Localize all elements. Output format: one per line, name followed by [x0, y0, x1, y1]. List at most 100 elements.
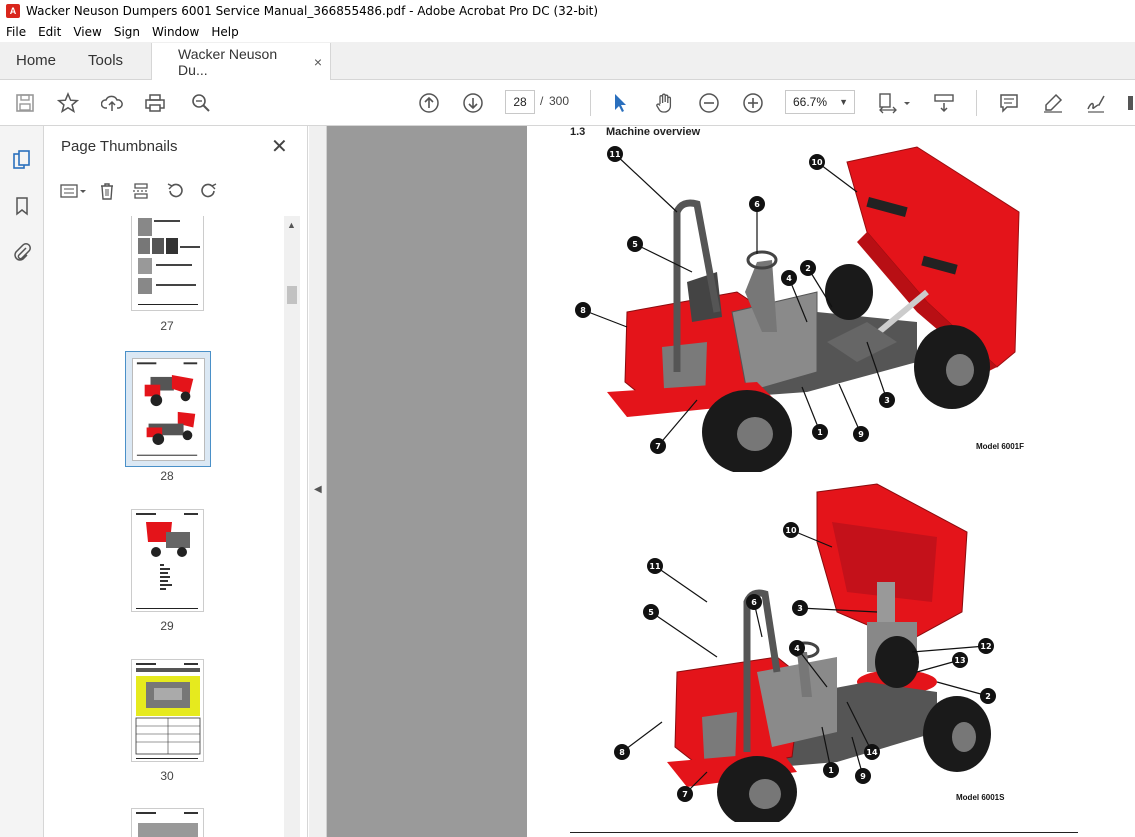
thumbnail-list: 27 28 29 30 ▲ [45, 216, 308, 837]
callout-label: 4 [786, 274, 792, 283]
fit-page-icon[interactable] [875, 90, 901, 116]
callout-label: 1 [828, 766, 834, 775]
callout-label: 2 [985, 692, 991, 701]
callout-label: 7 [655, 442, 661, 451]
thumbnail-toolbar [59, 178, 229, 204]
menu-bar: File Edit View Sign Window Help [0, 22, 1135, 42]
collapse-left-icon: ◀ [314, 484, 322, 495]
callout-label: 5 [648, 608, 654, 617]
extract-pages-icon[interactable] [127, 179, 155, 203]
left-rail [0, 126, 44, 837]
zoom-select[interactable]: 66.7% ▼ [785, 90, 855, 114]
select-arrow-icon[interactable] [607, 90, 633, 116]
thumbnail-label: 27 [160, 319, 174, 333]
menu-sign[interactable]: Sign [114, 25, 140, 39]
section-number: 1.3 [570, 126, 586, 138]
callout-label: 13 [954, 656, 965, 665]
options-menu-icon[interactable] [59, 179, 87, 203]
toolbar-divider [590, 90, 591, 116]
toolbar-divider [976, 90, 977, 116]
callout-label: 6 [751, 598, 757, 607]
trash-icon[interactable] [93, 179, 121, 203]
callouts-top: 11 10 6 5 4 2 8 3 1 9 7 [575, 146, 895, 454]
sign-icon[interactable] [1083, 90, 1109, 116]
fit-dropdown-icon[interactable] [900, 90, 914, 116]
callout-label: 8 [619, 748, 625, 757]
callout-label: 9 [858, 430, 864, 439]
prev-page-icon[interactable] [416, 90, 442, 116]
rotate-right-icon[interactable] [195, 179, 223, 203]
callout-label: 2 [805, 264, 811, 273]
thumbnail-page-30[interactable] [131, 659, 204, 762]
thumbnail-page-27[interactable] [131, 216, 204, 311]
zoom-out-icon[interactable] [696, 90, 722, 116]
scroll-up-icon[interactable]: ▲ [287, 220, 296, 230]
callout-label: 3 [884, 396, 890, 405]
callout-label: 8 [580, 306, 586, 315]
menu-edit[interactable]: Edit [38, 25, 61, 39]
callouts-bottom: 10 11 6 3 5 12 4 13 2 8 14 1 9 7 [614, 522, 996, 802]
hand-icon[interactable] [652, 90, 678, 116]
thumbnail-label: 30 [160, 769, 174, 783]
thumbnail-scrollbar[interactable]: ▲ [284, 216, 300, 837]
callout-label: 3 [797, 604, 803, 613]
section-title: Machine overview [606, 126, 701, 138]
window-titlebar: A Wacker Neuson Dumpers 6001 Service Man… [0, 0, 1135, 22]
page-footer-rule [570, 832, 1078, 833]
bookmark-icon[interactable] [10, 194, 34, 218]
search-zoom-icon[interactable] [188, 90, 214, 116]
callout-label: 10 [811, 158, 823, 167]
main-toolbar: 28 / 300 66.7% ▼ [0, 80, 1135, 126]
attachment-icon[interactable] [10, 240, 34, 264]
print-icon[interactable] [142, 90, 168, 116]
next-page-icon[interactable] [460, 90, 486, 116]
document-viewport[interactable]: 1.3 Machine overview 11 10 6 5 4 2 8 3 1… [327, 126, 1135, 837]
tab-close-icon[interactable]: × [314, 54, 322, 70]
model-label-bottom: Model 6001S [956, 793, 1005, 802]
callout-label: 11 [649, 562, 661, 571]
close-icon[interactable]: ✕ [271, 134, 288, 159]
page-number-input[interactable]: 28 [505, 90, 535, 114]
thumbnail-label: 29 [160, 619, 174, 633]
callout-label: 6 [754, 200, 760, 209]
thumbnail-page-31[interactable] [131, 808, 204, 837]
callout-label: 1 [817, 428, 823, 437]
model-label-top: Model 6001F [976, 442, 1025, 451]
menu-window[interactable]: Window [152, 25, 199, 39]
menu-file[interactable]: File [6, 25, 26, 39]
pdf-page: 1.3 Machine overview 11 10 6 5 4 2 8 3 1… [527, 126, 1135, 837]
callout-label: 4 [794, 644, 800, 653]
menu-help[interactable]: Help [211, 25, 238, 39]
highlight-icon[interactable] [1040, 90, 1066, 116]
thumbnail-page-29[interactable] [131, 509, 204, 612]
thumbnail-page-28[interactable] [125, 351, 211, 467]
zoom-in-icon[interactable] [740, 90, 766, 116]
tab-document[interactable]: Wacker Neuson Du... × [151, 43, 332, 80]
acrobat-icon: A [6, 4, 20, 18]
callout-label: 7 [682, 790, 688, 799]
zoom-value: 66.7% [793, 95, 828, 109]
callout-label: 11 [609, 150, 621, 159]
upload-icon[interactable] [99, 90, 125, 116]
thumbnail-label: 28 [160, 469, 174, 483]
tab-home[interactable]: Home [0, 42, 72, 79]
callout-label: 12 [980, 642, 991, 651]
more-tools-icon[interactable] [1122, 90, 1135, 116]
panel-collapse-handle[interactable]: ◀ [309, 126, 327, 837]
scroll-mode-icon[interactable] [931, 90, 957, 116]
comment-icon[interactable] [996, 90, 1022, 116]
callout-label: 9 [860, 772, 866, 781]
menu-view[interactable]: View [73, 25, 101, 39]
page-total: 300 [549, 94, 570, 108]
callout-label: 14 [866, 748, 878, 757]
scrollbar-thumb[interactable] [287, 286, 297, 304]
callout-label: 5 [632, 240, 638, 249]
thumbnails-panel: Page Thumbnails ✕ 27 28 29 30 ▲ [45, 126, 308, 837]
rotate-left-icon[interactable] [161, 179, 189, 203]
tab-tools[interactable]: Tools [72, 42, 139, 79]
save-icon[interactable] [12, 90, 38, 116]
page-separator: / [540, 94, 544, 108]
page-thumbnails-icon[interactable] [10, 148, 34, 172]
chevron-down-icon: ▼ [839, 97, 848, 107]
star-icon[interactable] [55, 90, 81, 116]
